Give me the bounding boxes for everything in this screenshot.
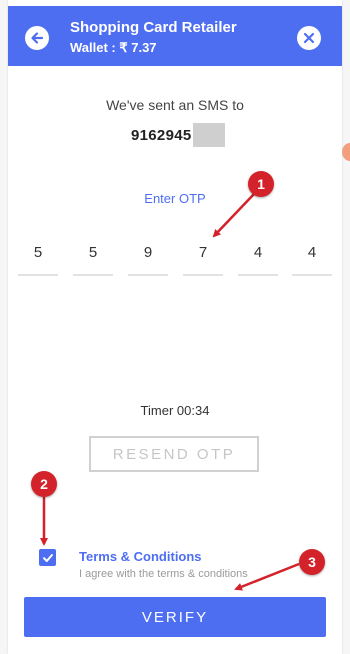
edge-decoration [342,143,350,161]
terms-checkbox[interactable] [39,549,56,566]
otp-digit-field[interactable]: 4 [238,236,278,276]
phone-number: 9162945 [131,126,192,144]
otp-digit-field[interactable]: 4 [292,236,332,276]
otp-digit: 5 [88,244,98,261]
otp-digit: 7 [198,244,208,261]
otp-digit-field[interactable]: 7 [183,236,223,276]
verify-button[interactable]: VERIFY [24,597,326,637]
otp-underline [292,274,332,276]
terms-link[interactable]: Terms & Conditions [79,549,202,564]
otp-digit-field[interactable]: 9 [128,236,168,276]
otp-digit: 9 [143,244,153,261]
back-button[interactable] [25,26,49,50]
header-title: Shopping Card Retailer [70,19,237,36]
otp-underline [18,274,58,276]
arrow-left-icon [31,32,44,44]
close-button[interactable] [297,26,321,50]
callout-badge-2: 2 [31,471,57,497]
resend-otp-button[interactable]: RESEND OTP [89,436,259,472]
phone-number-redaction [192,123,225,147]
otp-timer: Timer 00:34 [140,403,210,418]
sms-sent-text: We've sent an SMS to [106,97,244,113]
phone-number-row: 9162945 [131,123,225,147]
otp-underline [238,274,278,276]
otp-digit-field[interactable]: 5 [18,236,58,276]
enter-otp-label: Enter OTP [144,191,206,206]
checkmark-icon [42,553,53,562]
otp-digit: 4 [307,244,317,261]
app-header: Shopping Card Retailer Wallet : ₹ 7.37 [8,6,342,66]
callout-badge-3: 3 [299,549,325,575]
otp-underline [128,274,168,276]
otp-input-row: 5 5 9 7 4 4 [8,236,342,276]
callout-badge-1: 1 [248,171,274,197]
otp-digit: 4 [253,244,263,261]
otp-underline [183,274,223,276]
otp-digit-field[interactable]: 5 [73,236,113,276]
wallet-balance: Wallet : ₹ 7.37 [70,40,157,55]
terms-agreement-text: I agree with the terms & conditions [79,568,248,580]
close-icon [303,32,315,44]
otp-digit: 5 [33,244,43,261]
app-screen: Shopping Card Retailer Wallet : ₹ 7.37 W… [8,0,342,654]
otp-underline [73,274,113,276]
